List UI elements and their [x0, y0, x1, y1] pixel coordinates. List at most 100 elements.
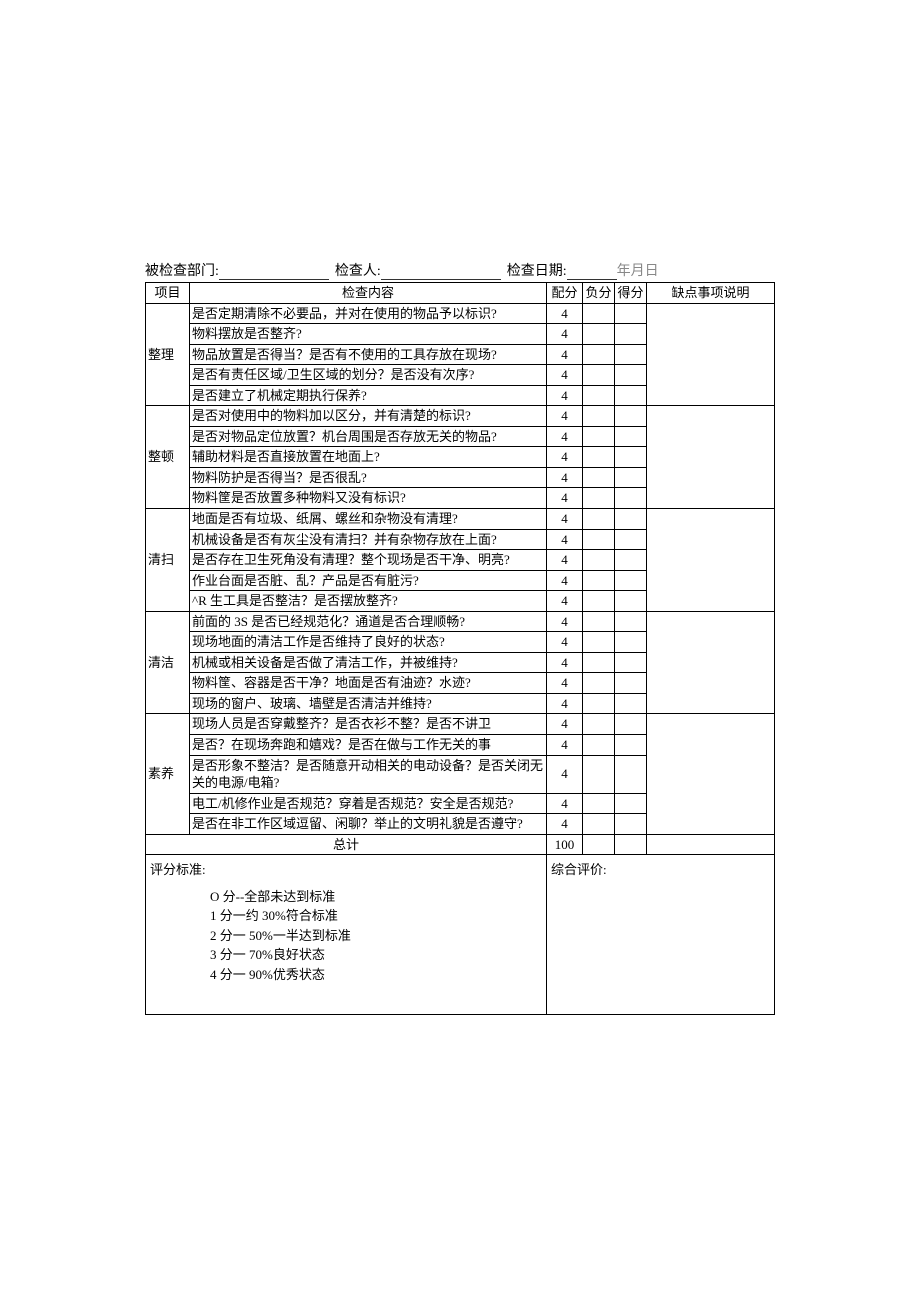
deduct-cell[interactable]	[583, 447, 615, 468]
total-deduct[interactable]	[583, 834, 615, 855]
dept-blank[interactable]	[219, 279, 329, 280]
deduct-cell[interactable]	[583, 426, 615, 447]
score-cell[interactable]	[615, 324, 647, 345]
category-cell: 整理	[146, 303, 190, 406]
content-cell: 物品放置是否得当？是否有不使用的工具存放在现场?	[190, 344, 547, 365]
content-cell: 是否有责任区域/卫生区域的划分？是否没有次序?	[190, 365, 547, 386]
score-cell[interactable]	[615, 693, 647, 714]
deduct-cell[interactable]	[583, 344, 615, 365]
score-cell[interactable]	[615, 550, 647, 571]
note-cell[interactable]	[647, 303, 775, 406]
col-category: 项目	[146, 283, 190, 304]
score-cell[interactable]	[615, 793, 647, 814]
deduct-cell[interactable]	[583, 611, 615, 632]
form-header: 被检查部门: 检查人: 检查日期: 年月日	[145, 260, 775, 280]
table-row: 素养现场人员是否穿戴整齐？是否衣衫不整？是否不讲卫4	[146, 714, 775, 735]
score-cell[interactable]	[615, 591, 647, 612]
score-cell[interactable]	[615, 385, 647, 406]
deduct-cell[interactable]	[583, 365, 615, 386]
content-cell: 机械或相关设备是否做了清洁工作，并被维持?	[190, 652, 547, 673]
deduct-cell[interactable]	[583, 693, 615, 714]
criteria-row: 评分标准:O 分--全部未达到标准1 分一约 30%符合标准2 分一 50%一半…	[146, 855, 775, 1015]
assigned-score-cell: 4	[547, 488, 583, 509]
deduct-cell[interactable]	[583, 735, 615, 756]
deduct-cell[interactable]	[583, 509, 615, 530]
total-note[interactable]	[647, 834, 775, 855]
assigned-score-cell: 4	[547, 814, 583, 835]
table-header-row: 项目 检查内容 配分 负分 得分 缺点事项说明	[146, 283, 775, 304]
dept-label: 被检查部门:	[145, 260, 219, 280]
score-cell[interactable]	[615, 632, 647, 653]
deduct-cell[interactable]	[583, 814, 615, 835]
inspector-blank[interactable]	[381, 279, 501, 280]
deduct-cell[interactable]	[583, 570, 615, 591]
evaluation-cell[interactable]: 综合评价:	[547, 855, 775, 1015]
score-cell[interactable]	[615, 735, 647, 756]
col-assigned: 配分	[547, 283, 583, 304]
deduct-cell[interactable]	[583, 406, 615, 427]
deduct-cell[interactable]	[583, 673, 615, 694]
note-cell[interactable]	[647, 714, 775, 834]
score-cell[interactable]	[615, 344, 647, 365]
deduct-cell[interactable]	[583, 550, 615, 571]
note-cell[interactable]	[647, 509, 775, 612]
score-cell[interactable]	[615, 570, 647, 591]
date-label: 检查日期:	[507, 260, 567, 280]
deduct-cell[interactable]	[583, 793, 615, 814]
deduct-cell[interactable]	[583, 303, 615, 324]
score-cell[interactable]	[615, 447, 647, 468]
deduct-cell[interactable]	[583, 467, 615, 488]
col-deduct: 负分	[583, 283, 615, 304]
content-cell: 地面是否有垃圾、纸屑、螺丝和杂物没有清理?	[190, 509, 547, 530]
deduct-cell[interactable]	[583, 529, 615, 550]
deduct-cell[interactable]	[583, 488, 615, 509]
score-cell[interactable]	[615, 467, 647, 488]
content-cell: ^R 生工具是否整洁？是否摆放整齐?	[190, 591, 547, 612]
assigned-score-cell: 4	[547, 793, 583, 814]
score-cell[interactable]	[615, 529, 647, 550]
score-cell[interactable]	[615, 652, 647, 673]
criteria-line: 1 分一约 30%符合标准	[210, 906, 542, 926]
deduct-cell[interactable]	[583, 632, 615, 653]
table-body: 整理是否定期清除不必要品，并对在使用的物品予以标识?4物料摆放是否整齐?4物品放…	[146, 303, 775, 1015]
inspection-table: 项目 检查内容 配分 负分 得分 缺点事项说明 整理是否定期清除不必要品，并对在…	[145, 282, 775, 1015]
assigned-score-cell: 4	[547, 406, 583, 427]
content-cell: 现场的窗户、玻璃、墙壁是否清洁并维持?	[190, 693, 547, 714]
assigned-score-cell: 4	[547, 755, 583, 793]
score-cell[interactable]	[615, 426, 647, 447]
score-cell[interactable]	[615, 365, 647, 386]
deduct-cell[interactable]	[583, 324, 615, 345]
assigned-score-cell: 4	[547, 550, 583, 571]
category-cell: 整顿	[146, 406, 190, 509]
deduct-cell[interactable]	[583, 385, 615, 406]
score-cell[interactable]	[615, 509, 647, 530]
assigned-score-cell: 4	[547, 611, 583, 632]
total-value: 100	[547, 834, 583, 855]
score-cell[interactable]	[615, 714, 647, 735]
assigned-score-cell: 4	[547, 591, 583, 612]
deduct-cell[interactable]	[583, 591, 615, 612]
assigned-score-cell: 4	[547, 735, 583, 756]
table-row: 清洁前面的 3S 是否已经规范化？通道是否合理顺畅?4	[146, 611, 775, 632]
deduct-cell[interactable]	[583, 652, 615, 673]
score-cell[interactable]	[615, 673, 647, 694]
assigned-score-cell: 4	[547, 673, 583, 694]
category-cell: 素养	[146, 714, 190, 834]
score-cell[interactable]	[615, 303, 647, 324]
note-cell[interactable]	[647, 406, 775, 509]
total-score[interactable]	[615, 834, 647, 855]
content-cell: 是否对物品定位放置？机台周围是否存放无关的物品?	[190, 426, 547, 447]
criteria-line: 3 分一 70%良好状态	[210, 945, 542, 965]
assigned-score-cell: 4	[547, 426, 583, 447]
score-cell[interactable]	[615, 814, 647, 835]
score-cell[interactable]	[615, 488, 647, 509]
score-cell[interactable]	[615, 611, 647, 632]
content-cell: 物料防护是否得当？是否很乱?	[190, 467, 547, 488]
note-cell[interactable]	[647, 611, 775, 714]
score-cell[interactable]	[615, 406, 647, 427]
deduct-cell[interactable]	[583, 714, 615, 735]
score-cell[interactable]	[615, 755, 647, 793]
assigned-score-cell: 4	[547, 324, 583, 345]
deduct-cell[interactable]	[583, 755, 615, 793]
date-blank[interactable]	[567, 279, 617, 280]
